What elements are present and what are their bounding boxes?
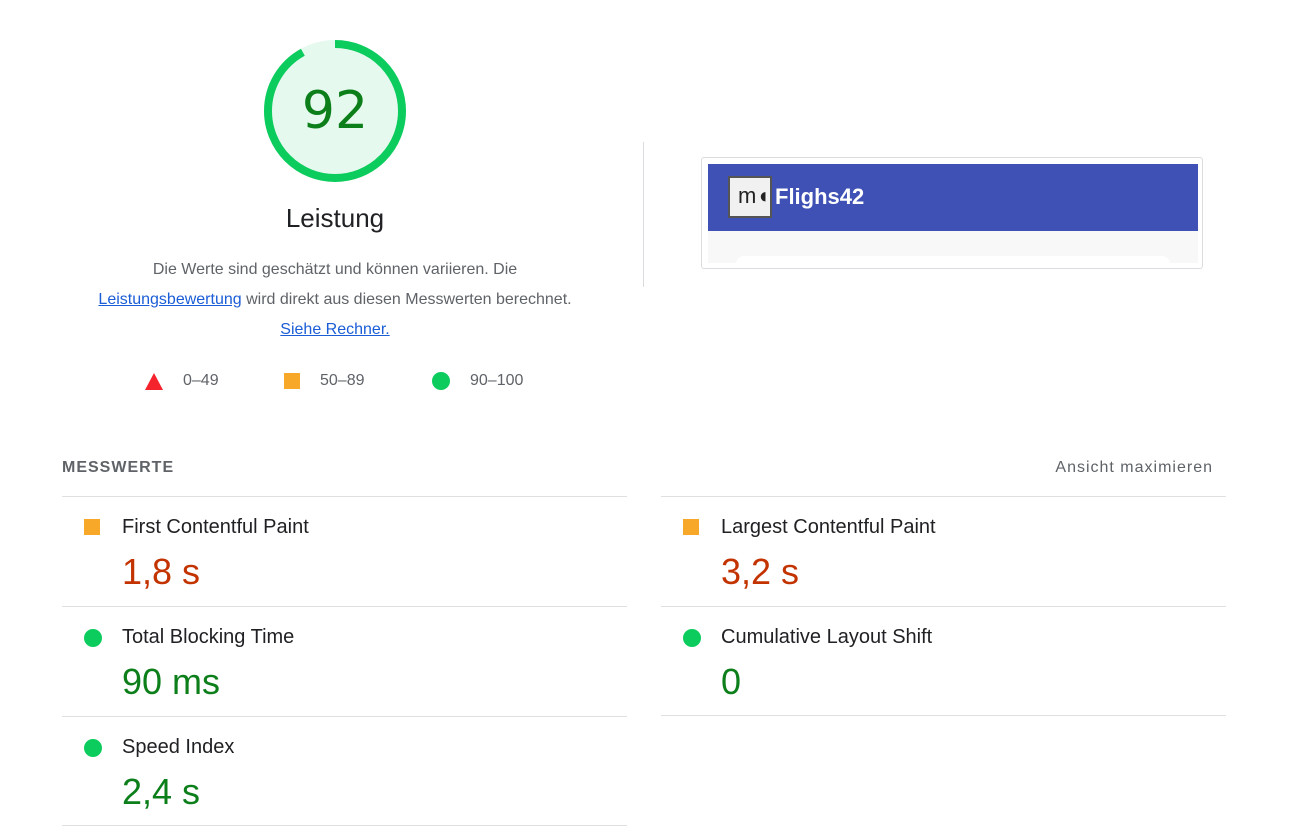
- legend-average-label: 50–89: [320, 372, 365, 389]
- final-screenshot[interactable]: m◖ Flighs42: [701, 157, 1203, 269]
- description-text-2: wird direkt aus diesen Messwerten berech…: [241, 291, 572, 308]
- circle-icon: [432, 372, 450, 390]
- legend-fail-label: 0–49: [183, 372, 219, 389]
- divider: [661, 715, 1226, 716]
- screenshot-app-bar: m◖ Flighs42: [708, 164, 1198, 231]
- circle-icon: [84, 629, 102, 647]
- metric-first-contentful-paint: First Contentful Paint 1,8 s: [62, 497, 627, 607]
- triangle-icon: [145, 372, 163, 390]
- vertical-divider: [643, 142, 644, 287]
- expand-view-toggle[interactable]: Ansicht maximieren: [1055, 459, 1213, 477]
- metric-name: Speed Index: [122, 736, 235, 758]
- calculator-link[interactable]: Siehe Rechner.: [280, 321, 389, 338]
- metric-value: 3,2 s: [721, 551, 800, 592]
- category-title: Leistung: [285, 203, 385, 233]
- square-icon: [84, 519, 100, 535]
- legend-pass: 90–100: [432, 372, 523, 390]
- metric-value: 2,4 s: [122, 771, 201, 812]
- divider: [62, 825, 627, 826]
- screenshot-brand: Flighs42: [775, 184, 865, 209]
- metric-speed-index: Speed Index 2,4 s: [62, 717, 627, 827]
- metric-value: 90 ms: [122, 661, 221, 702]
- legend-pass-label: 90–100: [470, 372, 524, 389]
- legend-average: 50–89: [284, 372, 365, 390]
- legend-fail: 0–49: [145, 372, 219, 390]
- metric-name: Largest Contentful Paint: [721, 516, 936, 538]
- screenshot-logo-glyph: ◖: [756, 183, 770, 208]
- score-legend: 0–49 50–89 90–100: [0, 372, 700, 396]
- screenshot-card: [736, 256, 1170, 266]
- square-icon: [284, 373, 300, 389]
- metric-name: Total Blocking Time: [122, 626, 295, 648]
- performance-scoring-link[interactable]: Leistungsbewertung: [98, 291, 241, 308]
- screenshot-logo-text: m: [738, 183, 757, 208]
- score-description: Die Werte sind geschätzt und können vari…: [95, 255, 575, 345]
- screenshot-logo: m◖: [728, 176, 772, 218]
- metric-name: First Contentful Paint: [122, 516, 309, 538]
- metric-name: Cumulative Layout Shift: [721, 626, 933, 648]
- metrics-title: MESSWERTE: [62, 459, 175, 476]
- description-text-1: Die Werte sind geschätzt und können vari…: [152, 261, 518, 278]
- circle-icon: [84, 739, 102, 757]
- performance-score-gauge: 92: [262, 38, 408, 184]
- metric-total-blocking-time: Total Blocking Time 90 ms: [62, 607, 627, 717]
- metric-largest-contentful-paint: Largest Contentful Paint 3,2 s: [661, 497, 1226, 607]
- metric-cumulative-layout-shift: Cumulative Layout Shift 0: [661, 607, 1226, 717]
- circle-icon: [683, 629, 701, 647]
- metric-value: 0: [721, 661, 742, 702]
- score-value: 92: [301, 81, 369, 141]
- square-icon: [683, 519, 699, 535]
- metric-value: 1,8 s: [122, 551, 201, 592]
